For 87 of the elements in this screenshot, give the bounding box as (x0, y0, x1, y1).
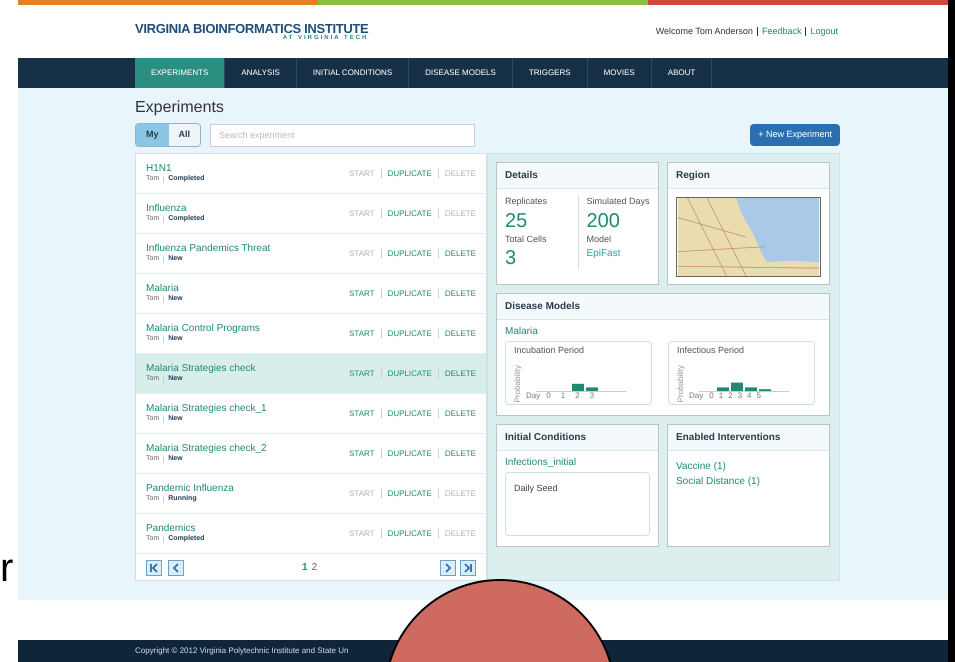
row-action-link[interactable]: START (349, 328, 375, 340)
row-action-link[interactable]: DELETE (444, 328, 476, 340)
tick-label: 0 (546, 392, 551, 400)
panel-title: Details (505, 169, 538, 183)
field-label: Replicates (505, 195, 548, 208)
row-action-link[interactable]: DUPLICATE (388, 208, 432, 220)
tick-label: 1 (560, 392, 566, 400)
previous-page-button[interactable] (168, 560, 184, 576)
row-action-link[interactable]: DELETE (444, 368, 476, 380)
axis-label: Day (689, 392, 704, 400)
first-page-icon (149, 562, 159, 572)
panel-title: Initial Conditions (505, 431, 586, 445)
last-page-icon (463, 562, 473, 572)
experiment-name: Influenza Pandemics Threat (146, 242, 270, 255)
chart-title: Incubation Period (514, 346, 586, 355)
row-action-link[interactable]: START (349, 408, 375, 420)
experiment-name: Malaria Control Programs (146, 322, 260, 335)
last-page-button[interactable] (460, 560, 476, 576)
tick-label: 1 (718, 392, 724, 400)
page-link[interactable]: 1 (302, 560, 308, 575)
filter-toggle[interactable]: All (168, 124, 200, 146)
model-link[interactable]: EpiFast (586, 246, 650, 270)
first-page-button[interactable] (146, 560, 162, 576)
next-icon (443, 562, 453, 572)
row-action-link[interactable]: DELETE (444, 408, 476, 420)
row-action-link[interactable]: DUPLICATE (388, 488, 432, 500)
field-label: Total Cells (505, 232, 548, 246)
experiment-name: Malaria Strategies check (146, 362, 256, 375)
row-action-link[interactable]: START (349, 368, 375, 380)
tick-label: 2 (728, 392, 733, 400)
tick-label: 0 (709, 392, 714, 400)
experiment-name: Malaria (146, 282, 180, 295)
axis-label: Probability (514, 364, 522, 402)
experiment-name: Influenza (146, 202, 188, 214)
field-value: 200 (586, 208, 621, 232)
row-action-link[interactable]: DUPLICATE (388, 368, 432, 380)
row-action-link[interactable]: DUPLICATE (388, 528, 432, 540)
header-link[interactable]: Logout (810, 24, 838, 38)
axis-label: Probability (677, 364, 685, 402)
field-value: 25 (505, 208, 528, 232)
next-page-button[interactable] (440, 560, 456, 576)
filter-toggle[interactable]: My (136, 124, 169, 146)
field-value: 3 (505, 246, 518, 270)
row-action-link[interactable]: DUPLICATE (388, 168, 432, 180)
field-label: Simulated Days (586, 195, 650, 208)
header-link[interactable]: Feedback (762, 24, 802, 38)
experiment-name: Pandemic Influenza (146, 482, 234, 494)
row-action-link[interactable]: DUPLICATE (388, 408, 432, 420)
tick-label: 5 (756, 392, 761, 400)
tick-label: 4 (747, 392, 752, 400)
panel-title: Region (676, 169, 710, 183)
chart-title: Infectious Period (677, 346, 746, 355)
initial-condition-link[interactable]: Infections_initial (505, 455, 650, 470)
copyright-text: Copyright © 2012 Virginia Polytechnic Institute and State Un (135, 645, 348, 657)
tick-label: 3 (738, 392, 742, 400)
intervention-link[interactable]: Social Distance (1) (676, 474, 821, 489)
tick-label: 3 (590, 392, 594, 400)
axis-label: Day (526, 392, 540, 400)
field-label: Model (586, 232, 612, 246)
page-title: Experiments (135, 98, 225, 118)
intervention-link[interactable]: Vaccine (1) (676, 459, 821, 474)
panel-title: Disease Models (505, 300, 580, 314)
logo-title: VIRGINIA BIOINFORMATICS INSTITUTE (135, 22, 368, 35)
row-action-link[interactable]: DUPLICATE (388, 248, 432, 260)
page-link[interactable]: 2 (312, 560, 318, 575)
new-experiment-button[interactable]: + New Experiment (750, 124, 840, 146)
welcome-text: Welcome Tom Anderson (656, 24, 753, 38)
row-action-link[interactable]: DUPLICATE (388, 448, 432, 460)
row-action-link[interactable]: DUPLICATE (388, 288, 432, 300)
experiment-name: Malaria Strategies check_1 (146, 402, 267, 415)
seed-label: Daily Seed (514, 483, 558, 493)
previous-icon (171, 562, 181, 572)
row-action-link[interactable]: DELETE (444, 448, 476, 460)
experiment-name: Malaria Strategies check_2 (146, 442, 267, 455)
row-action-link[interactable]: START (349, 448, 375, 460)
row-action-link[interactable]: DELETE (444, 248, 476, 260)
experiment-name: Pandemics (146, 522, 196, 534)
overlay-letter: r (0, 548, 14, 588)
disease-model-link[interactable]: Malaria (505, 324, 821, 339)
panel-title: Enabled Interventions (676, 431, 780, 445)
row-action-link[interactable]: DELETE (444, 288, 476, 300)
tick-label: 2 (575, 392, 580, 400)
row-action-link[interactable]: DUPLICATE (388, 328, 432, 340)
experiment-name: H1N1 (146, 162, 173, 174)
search-field[interactable]: Search experiment (210, 124, 476, 146)
nav-tab[interactable]: EXPERIMENTS (135, 58, 226, 88)
row-action-link[interactable]: START (349, 288, 375, 300)
